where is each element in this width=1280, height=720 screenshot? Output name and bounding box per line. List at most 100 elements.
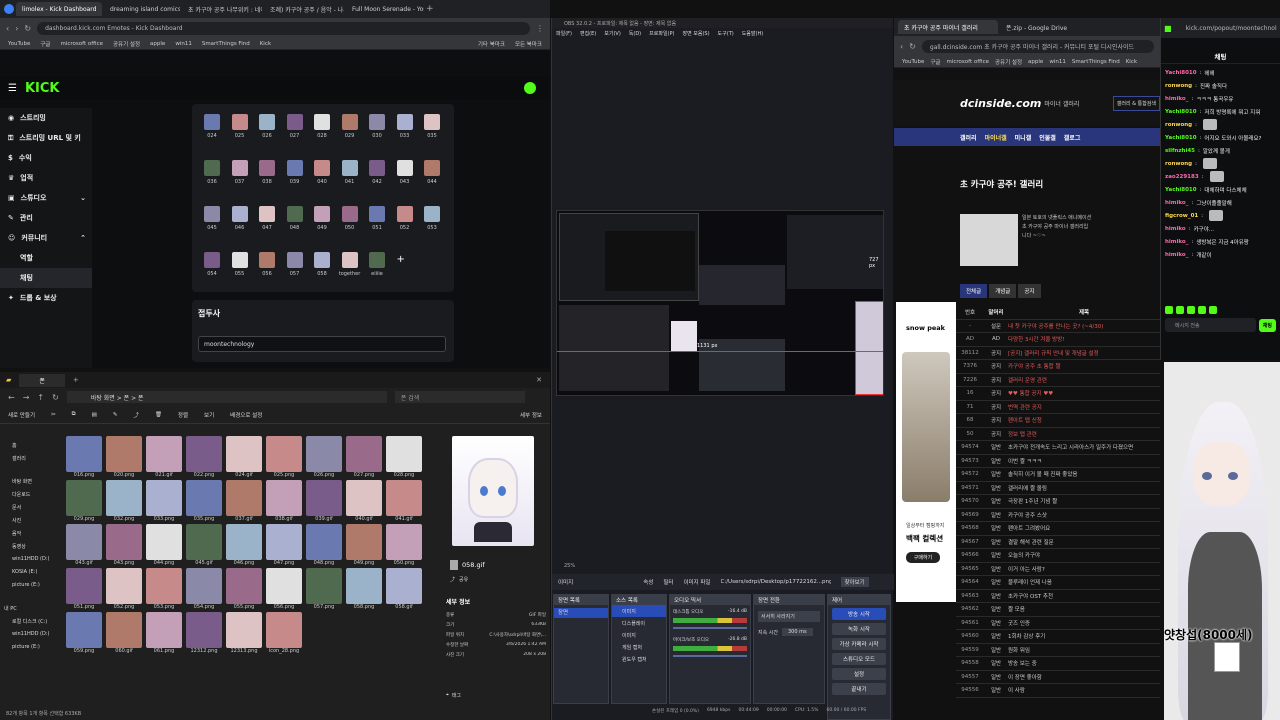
- tab-youtube[interactable]: Full Moon Serenade - YouTube: [346, 2, 424, 16]
- chat-username[interactable]: himiko_: [1165, 239, 1188, 245]
- nav-gallog[interactable]: 갤로그: [1064, 133, 1081, 142]
- emote-tile[interactable]: 027: [281, 114, 309, 139]
- file-item[interactable]: 055.png: [226, 568, 262, 610]
- nav-item[interactable]: 사진: [0, 517, 60, 530]
- tab-dcinside[interactable]: 초 카구야 공주 마이너 갤러리: [898, 20, 998, 34]
- file-item[interactable]: 025.png: [266, 436, 302, 478]
- table-row[interactable]: 94556 일반 이 사람: [956, 684, 1160, 698]
- file-item[interactable]: 045.gif: [186, 524, 222, 566]
- file-item[interactable]: 027.png: [346, 436, 382, 478]
- emote-tile[interactable]: 039: [281, 160, 309, 185]
- tab-notice[interactable]: 공지: [1018, 284, 1041, 298]
- chat-username[interactable]: Yachi8010: [1165, 70, 1197, 76]
- tab-namuwiki[interactable]: 초 카구야 공주 나무위키 : 네이버: [182, 2, 262, 16]
- table-row[interactable]: 94559 일반 원화 뭐임: [956, 644, 1160, 657]
- table-row[interactable]: 16 공지 ♥♥ 통합 공지 ♥♥: [956, 387, 1160, 401]
- sidebar-item-roles[interactable]: 역할: [0, 248, 92, 268]
- emote-icon[interactable]: [1187, 306, 1195, 314]
- file-item[interactable]: 016.png: [66, 436, 102, 478]
- address-input[interactable]: gall.dcinside.com 초 카구야 공주 마이너 갤러리 - 커뮤니…: [921, 39, 1154, 53]
- menu-edit[interactable]: 편집(E): [580, 30, 596, 37]
- filters-button[interactable]: 필터: [663, 578, 673, 586]
- browse-button[interactable]: 찾아보기: [840, 577, 869, 587]
- table-row[interactable]: AD AD 다양한 3시간 겨울 방방!: [956, 333, 1160, 347]
- table-row[interactable]: 7226 공지 갤러리 운영 관련: [956, 374, 1160, 387]
- send-chat-button[interactable]: 채팅: [1258, 318, 1276, 332]
- paste-icon[interactable]: ▤: [92, 412, 97, 418]
- bookmark[interactable]: win11: [175, 41, 192, 47]
- table-row[interactable]: 94568 일반 팬아트 그려봤어요: [956, 522, 1160, 536]
- emote-tile[interactable]: 037: [226, 160, 254, 185]
- tag-button[interactable]: ⌖ 태그: [446, 692, 546, 699]
- ad-button[interactable]: 구매하기: [906, 552, 940, 563]
- source-item[interactable]: 이미지: [612, 605, 666, 617]
- address-input[interactable]: dashboard.kick.com Emotes - Kick Dashboa…: [37, 21, 530, 35]
- properties-button[interactable]: 속성: [643, 578, 653, 586]
- file-item[interactable]: 12312.png: [186, 612, 222, 654]
- nav-item[interactable]: picture (E:): [0, 644, 60, 657]
- duration-input[interactable]: 300 ms: [782, 628, 813, 636]
- tab-google-drive[interactable]: 폰.zip - Google Drive: [1000, 20, 1080, 34]
- chat-username[interactable]: figcrow_01: [1165, 213, 1198, 219]
- emote-tile[interactable]: 043: [391, 160, 419, 185]
- emote-tile[interactable]: 051: [363, 206, 391, 231]
- nav-item[interactable]: 문서: [0, 504, 60, 517]
- nav-item[interactable]: KOSIA (E:): [0, 569, 60, 582]
- menu-help[interactable]: 도움말(H): [742, 30, 763, 37]
- bookmark[interactable]: win11: [1049, 59, 1066, 65]
- bookmark[interactable]: Kick: [1126, 59, 1137, 65]
- bookmark[interactable]: 공유기 설정: [113, 40, 140, 48]
- chat-input[interactable]: 메시지 전송: [1165, 318, 1256, 332]
- table-row[interactable]: 7376 공지 카구야 공주 초 통합 짤: [956, 360, 1160, 374]
- emote-tile[interactable]: 028: [308, 114, 336, 139]
- bookmark[interactable]: 구글: [40, 40, 50, 48]
- file-item[interactable]: 033.png: [146, 480, 182, 522]
- emote-tile[interactable]: 046: [226, 206, 254, 231]
- bookmark[interactable]: Kick: [260, 41, 271, 47]
- emote-tile[interactable]: 025: [226, 114, 254, 139]
- table-row[interactable]: 94572 일반 솔직히 이거 볼 때 진짜 좋았음: [956, 468, 1160, 482]
- file-item[interactable]: 051.png: [66, 568, 102, 610]
- table-row[interactable]: 94573 일반 이번 짤 ㅋㅋㅋ: [956, 455, 1160, 468]
- gallery-title[interactable]: 초 카구야 공주! 갤러리: [960, 178, 1043, 190]
- file-item[interactable]: 035.png: [186, 480, 222, 522]
- bookmark[interactable]: microsoft office: [61, 41, 103, 47]
- sidebar-item-streaming[interactable]: ◉ 스트리밍: [0, 108, 92, 128]
- bookmark[interactable]: YouTube: [8, 41, 30, 47]
- file-item[interactable]: 024.gif: [226, 436, 262, 478]
- file-item[interactable]: 028.png: [386, 436, 422, 478]
- sidebar-item-drops[interactable]: ✦ 드롭 & 보상: [0, 288, 92, 308]
- back-icon[interactable]: ←: [8, 393, 15, 402]
- bookmark[interactable]: microsoft office: [947, 59, 989, 65]
- table-row[interactable]: 94566 일반 오늘의 카구야: [956, 549, 1160, 563]
- emote-tile[interactable]: 057: [281, 252, 309, 277]
- address-input[interactable]: kick.com/popout/moontechnology: [1177, 21, 1277, 35]
- menu-file[interactable]: 파일(F): [556, 30, 572, 37]
- file-item[interactable]: icon_28.png: [266, 612, 302, 654]
- source-item[interactable]: 이미지: [612, 629, 666, 641]
- tab-concept[interactable]: 개념글: [989, 284, 1017, 298]
- file-item[interactable]: 047.png: [266, 524, 302, 566]
- emote-tile[interactable]: 052: [391, 206, 419, 231]
- file-item[interactable]: 041.gif: [386, 480, 422, 522]
- search-button[interactable]: 갤러리 & 통합검색: [1112, 95, 1160, 111]
- table-row[interactable]: 38112 공지 [공지] 갤러리 규칙 안내 및 개념글 설정: [956, 347, 1160, 360]
- chat-username[interactable]: Yachi8010: [1165, 135, 1197, 141]
- file-item[interactable]: 054.png: [186, 568, 222, 610]
- table-row[interactable]: 94558 일반 방송 보는 중: [956, 657, 1160, 671]
- table-row[interactable]: 68 공지 팬아트 탭 신청: [956, 414, 1160, 428]
- emote-tile[interactable]: together: [336, 252, 364, 277]
- file-item[interactable]: 058.png: [346, 568, 382, 610]
- file-item[interactable]: 038.gif: [266, 480, 302, 522]
- emote-tile[interactable]: 035: [418, 114, 446, 139]
- menu-tools[interactable]: 도구(T): [718, 30, 734, 37]
- selection-box[interactable]: [855, 301, 883, 395]
- chat-username[interactable]: ronwong: [1165, 83, 1192, 89]
- file-item[interactable]: 056.png: [266, 568, 302, 610]
- emote-icon[interactable]: [1198, 306, 1206, 314]
- emote-tile[interactable]: 030: [363, 114, 391, 139]
- start-recording-button[interactable]: 녹화 시작: [832, 623, 886, 635]
- chat-username[interactable]: himiko_: [1165, 200, 1188, 206]
- settings-button[interactable]: 설정: [832, 668, 886, 680]
- file-item[interactable]: 039.gif: [306, 480, 342, 522]
